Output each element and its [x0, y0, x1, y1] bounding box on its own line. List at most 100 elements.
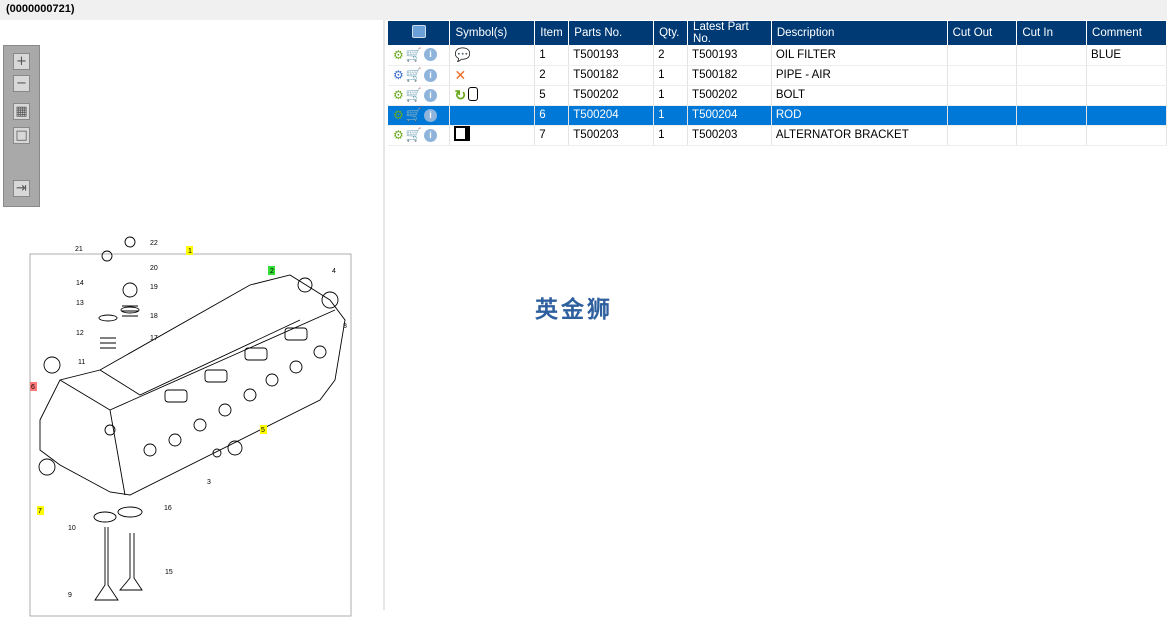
- document-icon[interactable]: [454, 126, 468, 144]
- cart-icon[interactable]: 🛒: [406, 87, 422, 103]
- comment-cell: [1086, 105, 1167, 126]
- zoom-in-button[interactable]: +: [13, 53, 30, 70]
- column-description[interactable]: Description: [771, 21, 948, 45]
- description-cell: OIL FILTER: [771, 45, 948, 66]
- description-cell: ALTERNATOR BRACKET: [771, 125, 948, 146]
- symbols-cell: 💬: [449, 45, 536, 66]
- callout-21[interactable]: 21: [75, 246, 83, 253]
- callout-16[interactable]: 16: [164, 505, 172, 512]
- latest-part-no-cell: T500203: [687, 125, 772, 146]
- cylinder-icon[interactable]: [468, 86, 479, 104]
- cut-in-cell: [1016, 45, 1088, 66]
- cut-out-cell: [947, 105, 1018, 126]
- item-cell: 2: [534, 65, 570, 86]
- symbols-cell: [449, 105, 536, 126]
- callout-7[interactable]: 7: [38, 508, 42, 515]
- window-title: (0000000721): [0, 0, 1167, 20]
- callout-12[interactable]: 12: [76, 330, 84, 337]
- parts-no-cell: T500193: [568, 45, 655, 66]
- diagram-panel[interactable]: + − ▦ □ ⇥ 21 22 1 20 2 4 14 19 13 18 8 1…: [0, 20, 385, 617]
- table-row[interactable]: ⚙ 🛒 i 💬 1 T500193 2 T500193 OIL FILTER BLU…: [388, 45, 1167, 66]
- cart-icon[interactable]: 🛒: [406, 107, 422, 123]
- latest-part-no-cell: T500204: [687, 105, 772, 126]
- table-row[interactable]: ⚙ 🛒 i ✕ 2 T500182 1 T500182 PIPE - AIR: [388, 65, 1167, 86]
- item-cell: 6: [534, 105, 570, 126]
- cut-in-cell: [1016, 125, 1088, 146]
- callout-5[interactable]: 5: [261, 427, 265, 434]
- cut-out-cell: [947, 85, 1018, 106]
- info-icon[interactable]: i: [423, 108, 437, 122]
- info-icon[interactable]: i: [423, 88, 437, 102]
- column-parts-no[interactable]: Parts No.: [568, 21, 655, 45]
- comment-cell: [1086, 85, 1167, 106]
- table-row[interactable]: ⚙ 🛒 i ↻ 5 T500202 1 T500202 BOLT: [388, 85, 1167, 106]
- callout-4[interactable]: 4: [332, 268, 336, 275]
- column-cut-out[interactable]: Cut Out: [947, 21, 1018, 45]
- parts-no-cell: T500203: [568, 125, 655, 146]
- callout-22[interactable]: 22: [150, 240, 158, 247]
- cut-out-cell: [947, 125, 1018, 146]
- callout-6[interactable]: 6: [31, 384, 35, 391]
- callout-9[interactable]: 9: [68, 592, 72, 599]
- refresh-icon[interactable]: ↻: [454, 87, 466, 104]
- column-cut-in[interactable]: Cut In: [1016, 21, 1088, 45]
- callout-18[interactable]: 18: [150, 313, 158, 320]
- latest-part-no-cell: T500202: [687, 85, 772, 106]
- callout-20[interactable]: 20: [150, 265, 158, 272]
- gears-icon[interactable]: ⚙: [393, 68, 404, 82]
- qty-cell: 2: [653, 45, 689, 66]
- callout-19[interactable]: 19: [150, 284, 158, 291]
- callout-2[interactable]: 2: [270, 268, 274, 275]
- qty-cell: 1: [653, 65, 689, 86]
- item-cell: 5: [534, 85, 570, 106]
- column-item[interactable]: Item: [534, 21, 570, 45]
- column-qty[interactable]: Qty.: [653, 21, 689, 45]
- qty-cell: 1: [653, 85, 689, 106]
- latest-part-no-cell: T500193: [687, 45, 772, 66]
- watermark: 英金狮: [535, 297, 613, 323]
- speech-warning-icon[interactable]: 💬: [454, 47, 470, 63]
- exploded-diagram[interactable]: 21 22 1 20 2 4 14 19 13 18 8 12 17 11 6 …: [0, 230, 385, 630]
- parts-no-cell: T500182: [568, 65, 655, 86]
- column-comment[interactable]: Comment: [1086, 21, 1167, 45]
- callout-1[interactable]: 1: [188, 248, 192, 255]
- parts-table: Symbol(s) Item Parts No. Qty. Latest Par…: [388, 21, 1167, 146]
- callout-13[interactable]: 13: [76, 300, 84, 307]
- table-row[interactable]: ⚙ 🛒 i 6 T500204 1 T500204 ROD: [388, 105, 1167, 126]
- gear-icon[interactable]: ⚙: [393, 48, 404, 62]
- actual-size-button[interactable]: □: [13, 127, 30, 144]
- info-icon[interactable]: i: [423, 128, 437, 142]
- callout-10[interactable]: 10: [68, 525, 76, 532]
- description-cell: BOLT: [771, 85, 948, 106]
- comment-cell: BLUE: [1086, 45, 1167, 66]
- cut-in-cell: [1016, 105, 1088, 126]
- table-row[interactable]: ⚙ 🛒 i 7 T500203 1 T500203 ALTERNATOR BRACK…: [388, 125, 1167, 146]
- callout-8[interactable]: 8: [343, 323, 347, 330]
- cart-icon[interactable]: 🛒: [406, 67, 422, 83]
- column-symbols[interactable]: Symbol(s): [449, 21, 536, 45]
- search-column-icon: [411, 25, 426, 38]
- fit-view-button[interactable]: ▦: [13, 103, 30, 120]
- gear-icon[interactable]: ⚙: [393, 88, 404, 102]
- callout-11[interactable]: 11: [78, 359, 85, 366]
- item-cell: 1: [534, 45, 570, 66]
- gear-icon[interactable]: ⚙: [393, 108, 404, 122]
- info-icon[interactable]: i: [423, 48, 437, 62]
- comment-cell: [1086, 65, 1167, 86]
- cut-in-cell: [1016, 85, 1088, 106]
- zoom-out-button[interactable]: −: [13, 75, 30, 92]
- cart-icon[interactable]: 🛒: [406, 47, 422, 63]
- column-actions[interactable]: [388, 21, 451, 45]
- info-icon[interactable]: i: [423, 68, 437, 82]
- cart-icon[interactable]: 🛒: [406, 127, 422, 143]
- qty-cell: 1: [653, 105, 689, 126]
- gear-icon[interactable]: ⚙: [393, 128, 404, 142]
- toggle-panel-button[interactable]: ⇥: [13, 180, 30, 197]
- column-latest-part-no[interactable]: Latest Part No.: [687, 21, 772, 45]
- callout-14[interactable]: 14: [76, 280, 84, 287]
- callout-3[interactable]: 3: [207, 479, 211, 486]
- cross-icon[interactable]: ✕: [454, 67, 466, 84]
- cut-out-cell: [947, 65, 1018, 86]
- callout-17[interactable]: 17: [150, 335, 158, 342]
- callout-15[interactable]: 15: [165, 569, 173, 576]
